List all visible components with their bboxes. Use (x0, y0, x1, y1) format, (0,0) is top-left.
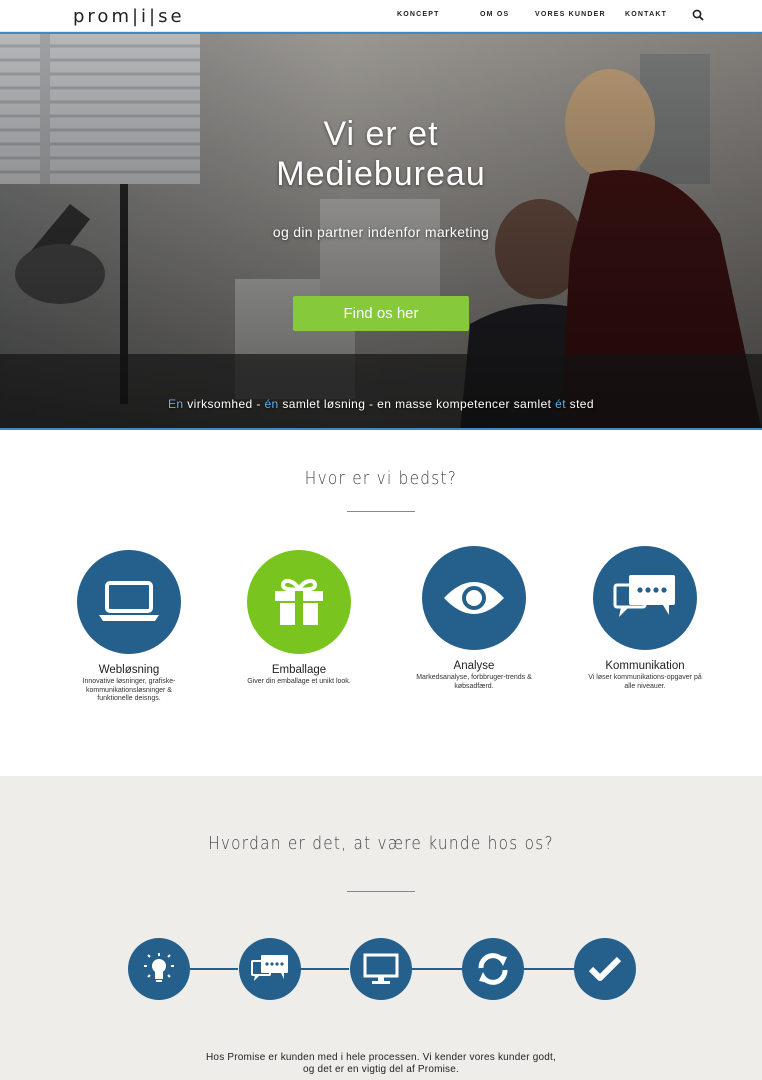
eye-icon (422, 546, 526, 650)
hero-title: Vi er et Mediebureau (0, 114, 762, 194)
find-us-button[interactable]: Find os her (293, 296, 469, 331)
lightbulb-icon (128, 938, 190, 1000)
checkmark-icon (574, 938, 636, 1000)
process-connector (301, 968, 349, 970)
nav-item-koncept[interactable]: KONCEPT (397, 11, 440, 18)
laptop-icon (77, 550, 181, 654)
chat-icon (239, 938, 301, 1000)
refresh-icon (462, 938, 524, 1000)
hero-subtitle: og din partner indenfor marketing (272, 224, 490, 240)
tagline-text-3: sted (565, 397, 594, 411)
service-analyse[interactable]: Analyse Markedsanalyse, forbbruger-trend… (399, 546, 549, 691)
search-icon[interactable] (692, 9, 704, 21)
tagline-text-2: samlet løsning - en masse kompetencer sa… (278, 397, 556, 411)
service-description: Vi løser kommunikations-opgaver på alle … (588, 674, 702, 690)
service-name: Analyse (453, 660, 495, 672)
process-connector (190, 968, 238, 970)
service-description: Giver din emballage et unikt look. (247, 678, 351, 685)
tagline-text-1: virksomhed - (183, 397, 265, 411)
process-connector (524, 968, 574, 970)
process-text-line-1: Hos Promise er kunden med i hele process… (206, 1052, 556, 1063)
tagline-highlight-1: En (168, 397, 184, 411)
service-name: Emballage (271, 664, 327, 676)
service-name: Kommunikation (605, 660, 685, 672)
services-title: Hvor er vi bedst? (304, 468, 458, 489)
nav-item-om-os[interactable]: OM OS (480, 11, 509, 18)
services-divider (347, 511, 415, 512)
hero-title-line-2: Mediebureau (276, 155, 486, 193)
service-webloesning[interactable]: Webløsning Innovative løsninger, grafisk… (54, 550, 204, 704)
process-description: Hos Promise er kunden med i hele process… (0, 1052, 762, 1076)
process-section (0, 776, 762, 1080)
tagline-highlight-2: én (264, 397, 279, 411)
hero-tagline: En virksomhed - én samlet løsning - en m… (0, 397, 762, 411)
hero-title-line-1: Vi er et (323, 115, 439, 153)
process-connector (412, 968, 462, 970)
logo[interactable]: prom|i|se (73, 6, 185, 27)
service-description: Markedsanalyse, forbbruger-trends & købs… (416, 674, 532, 690)
process-text-line-2: og det er en vigtig del af Promise. (303, 1064, 459, 1075)
service-kommunikation[interactable]: Kommunikation Vi løser kommunikations-op… (570, 546, 720, 691)
hero-banner: Vi er et Mediebureau og din partner inde… (0, 32, 762, 430)
service-description: Innovative løsninger, grafiske-kommunika… (82, 678, 176, 702)
process-title: Hvordan er det, at være kunde hos os? (208, 833, 554, 854)
process-divider (347, 891, 415, 892)
top-navigation: prom|i|se KONCEPT OM OS VORES KUNDER KON… (0, 0, 762, 32)
monitor-icon (350, 938, 412, 1000)
gift-icon (247, 550, 351, 654)
service-name: Webløsning (98, 664, 160, 676)
chat-icon (593, 546, 697, 650)
tagline-highlight-3: ét (555, 397, 566, 411)
service-emballage[interactable]: Emballage Giver din emballage et unikt l… (224, 550, 374, 687)
nav-item-vores-kunder[interactable]: VORES KUNDER (535, 11, 606, 18)
nav-item-kontakt[interactable]: KONTAKT (625, 11, 667, 18)
